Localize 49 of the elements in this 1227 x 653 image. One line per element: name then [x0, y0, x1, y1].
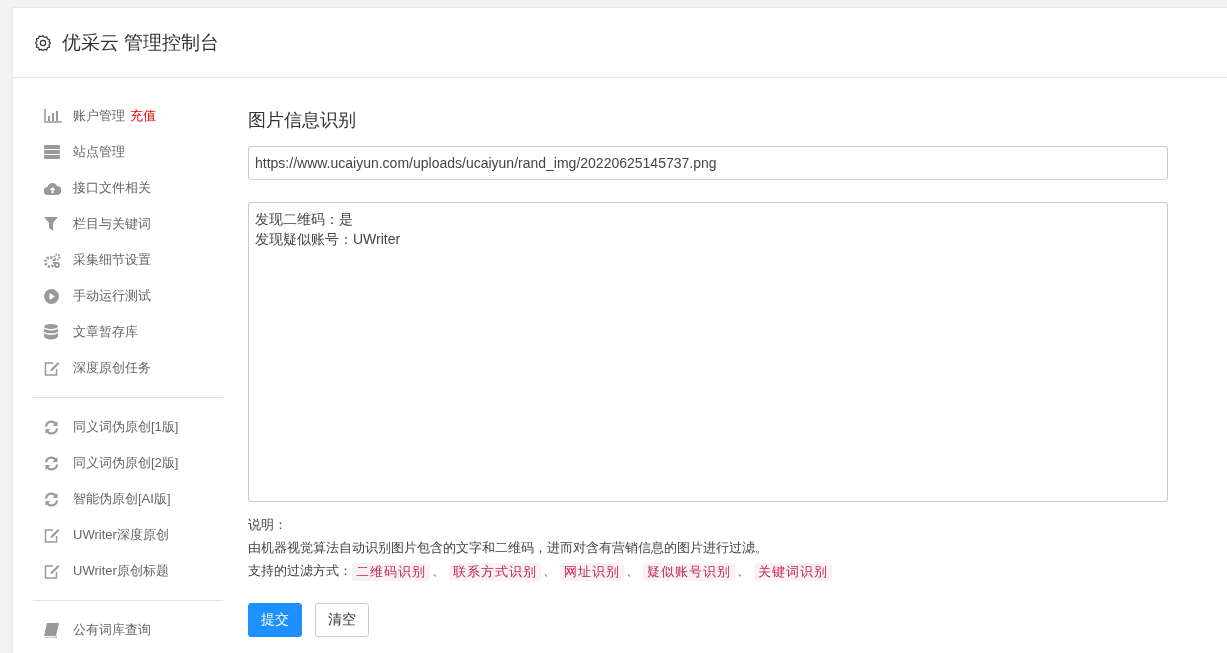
- edit-icon: [44, 360, 60, 376]
- url-field[interactable]: https://www.ucaiyun.com/uploads/ucaiyun/rand_img/20220625145737.png: [248, 146, 1168, 180]
- sidebar-item[interactable]: 智能伪原创[AI版]: [73, 490, 171, 508]
- result-box[interactable]: 发现二维码：是 发现疑似账号：UWriter: [248, 202, 1168, 502]
- submit-button[interactable]: 提交: [248, 603, 302, 637]
- bar-chart-icon: [44, 109, 62, 123]
- filter-tag: 网址识别: [560, 562, 624, 581]
- database-icon: [44, 324, 58, 340]
- recharge-link[interactable]: 充值: [130, 107, 156, 125]
- sidebar-item[interactable]: 文章暂存库: [73, 323, 138, 341]
- sidebar-item[interactable]: 深度原创任务: [73, 359, 151, 377]
- play-icon: [44, 288, 59, 304]
- sidebar-item[interactable]: UWriter深度原创: [73, 526, 169, 544]
- edit-icon: [44, 563, 60, 579]
- sidebar-item[interactable]: 栏目与关键词: [73, 215, 151, 233]
- sidebar-item[interactable]: 同义词伪原创[1版]: [73, 418, 179, 436]
- filter-tag: 疑似账号识别: [643, 562, 735, 581]
- separator-mark: 、: [543, 563, 556, 580]
- server-icon: [44, 145, 60, 159]
- sidebar-item[interactable]: 公有词库查询: [73, 621, 151, 639]
- filters-label: 支持的过滤方式：: [248, 563, 352, 580]
- console-title: 优采云 管理控制台: [62, 30, 220, 55]
- sidebar-item[interactable]: 账户管理: [73, 107, 125, 125]
- cloud-upload-icon: [44, 181, 61, 195]
- refresh-icon: [44, 455, 59, 471]
- filter-tag: 联系方式识别: [449, 562, 541, 581]
- refresh-icon: [44, 491, 59, 507]
- sidebar-item[interactable]: 站点管理: [73, 143, 125, 161]
- section-title: 图片信息识别: [248, 109, 357, 132]
- result-line: 发现疑似账号：UWriter: [255, 230, 402, 249]
- separator-mark: 、: [626, 563, 639, 580]
- settings-icon: [34, 33, 52, 52]
- sidebar-item[interactable]: 同义词伪原创[2版]: [73, 454, 179, 472]
- filter-icon: [44, 217, 58, 231]
- book-icon: [44, 622, 59, 638]
- description-text: 由机器视觉算法自动识别图片包含的文字和二维码，进而对含有营销信息的图片进行过滤。: [248, 540, 769, 557]
- separator-mark: 、: [737, 563, 750, 580]
- sidebar-item[interactable]: 手动运行测试: [73, 287, 151, 305]
- notes-heading: 说明：: [248, 517, 288, 534]
- filter-tag: 关键词识别: [754, 562, 832, 581]
- separator-mark: 、: [432, 563, 445, 580]
- sidebar-item[interactable]: 采集细节设置: [73, 251, 151, 269]
- filter-tag: 二维码识别: [352, 562, 430, 581]
- refresh-icon: [44, 419, 59, 435]
- clear-button[interactable]: 清空: [315, 603, 369, 637]
- sidebar-item[interactable]: UWriter原创标题: [73, 562, 169, 580]
- result-line: 发现二维码：是: [255, 210, 354, 229]
- edit-icon: [44, 527, 60, 543]
- sidebar-item[interactable]: 接口文件相关: [73, 179, 151, 197]
